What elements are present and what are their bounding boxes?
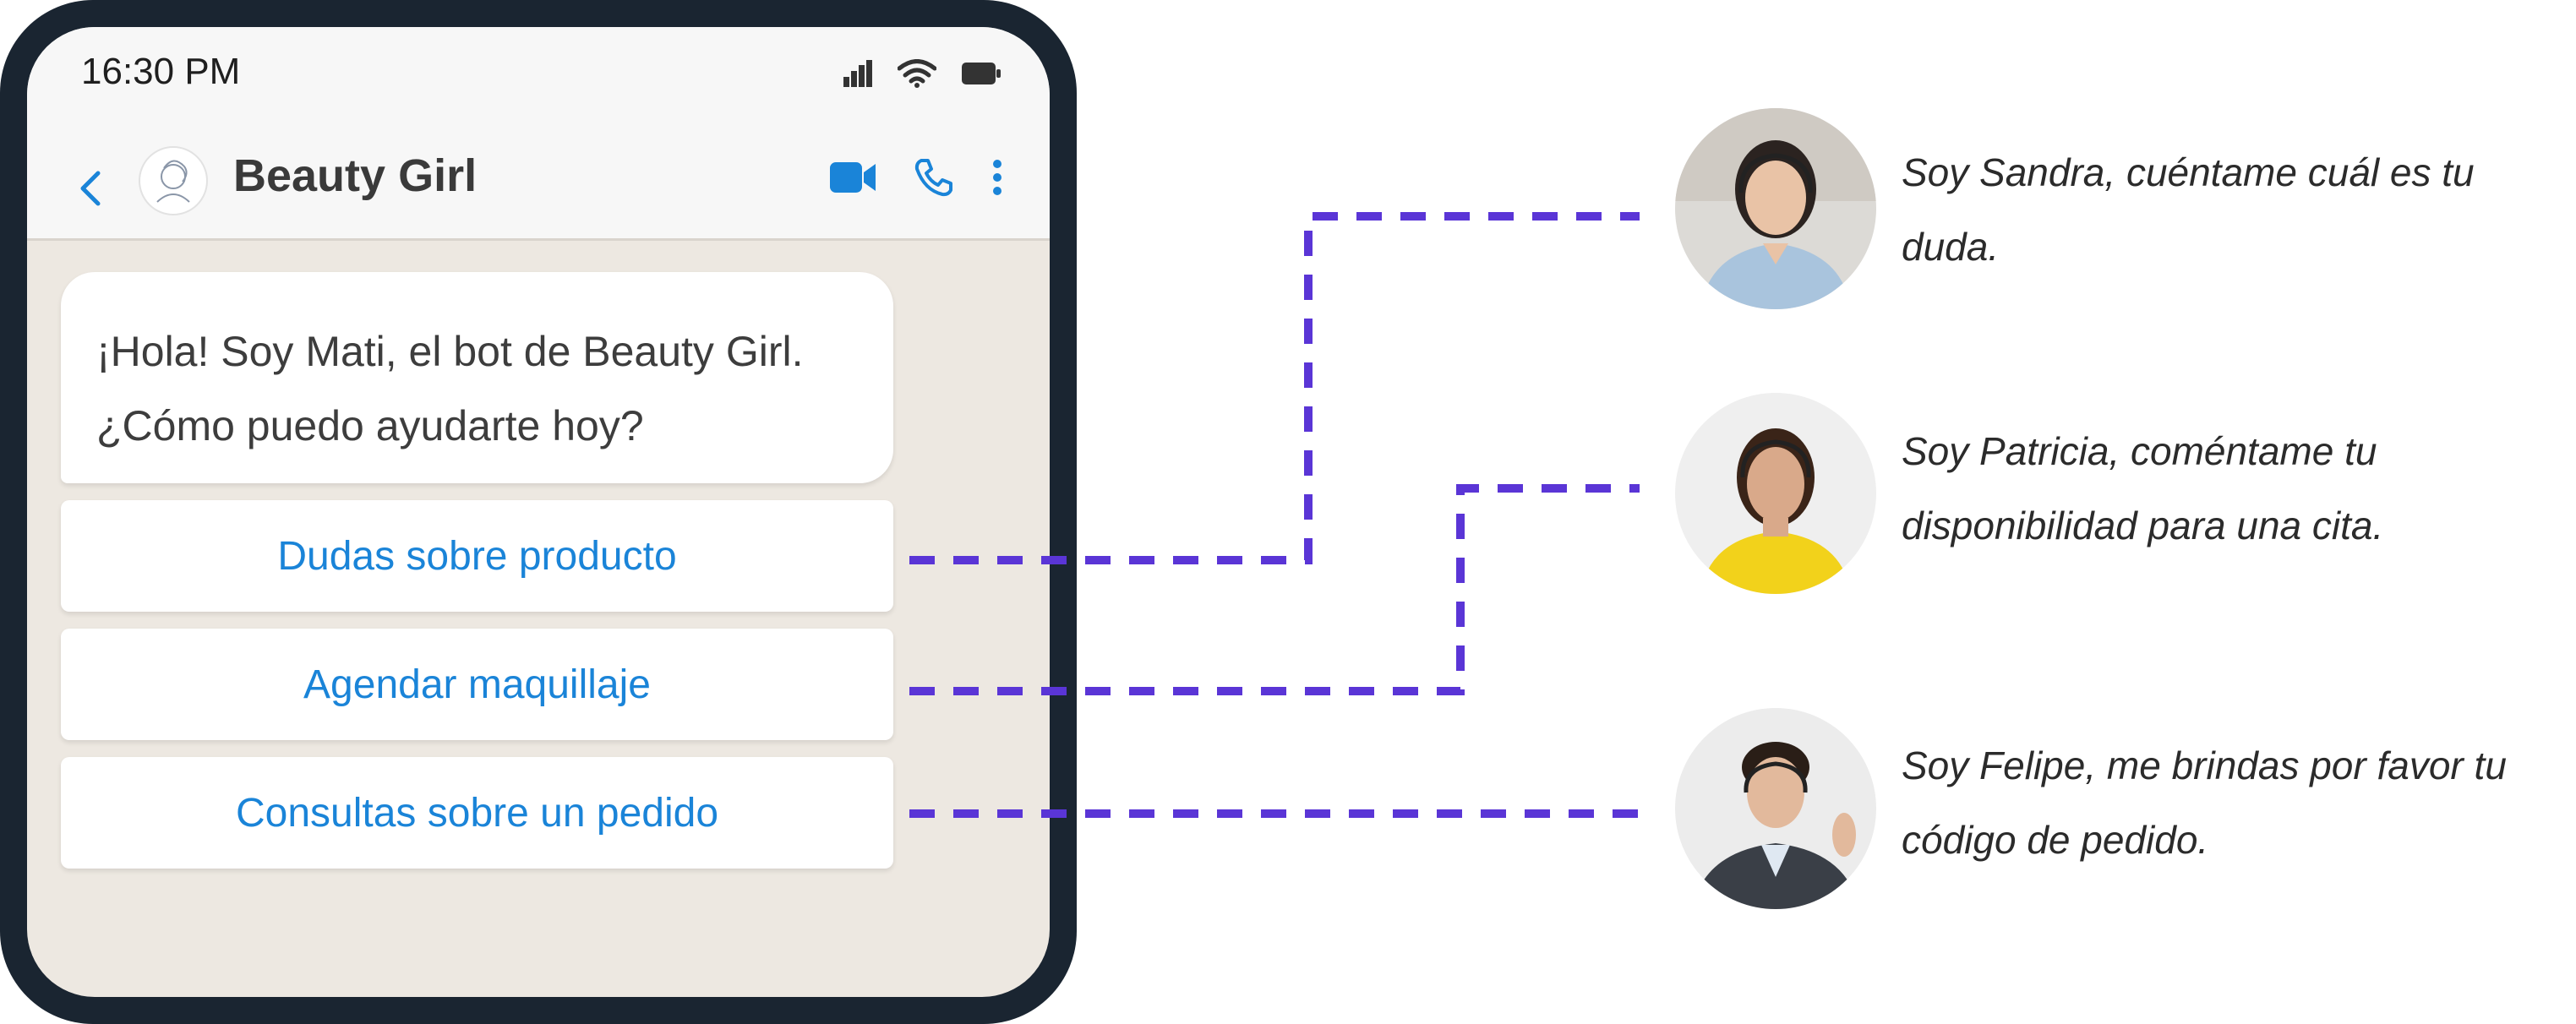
agent-avatar-sandra <box>1675 108 1876 309</box>
connector-line-product <box>909 212 1640 564</box>
connector-line-makeup <box>909 484 1640 695</box>
agent-avatar-patricia <box>1675 393 1876 594</box>
agent-message-patricia: Soy Patricia, coméntame tu disponibilida… <box>1902 429 2384 547</box>
agent-avatar-felipe <box>1675 708 1876 909</box>
agent-message-felipe: Soy Felipe, me brindas por favor tu códi… <box>1902 743 2507 862</box>
agent-message-sandra: Soy Sandra, cuéntame cuál es tu duda. <box>1902 150 2475 269</box>
